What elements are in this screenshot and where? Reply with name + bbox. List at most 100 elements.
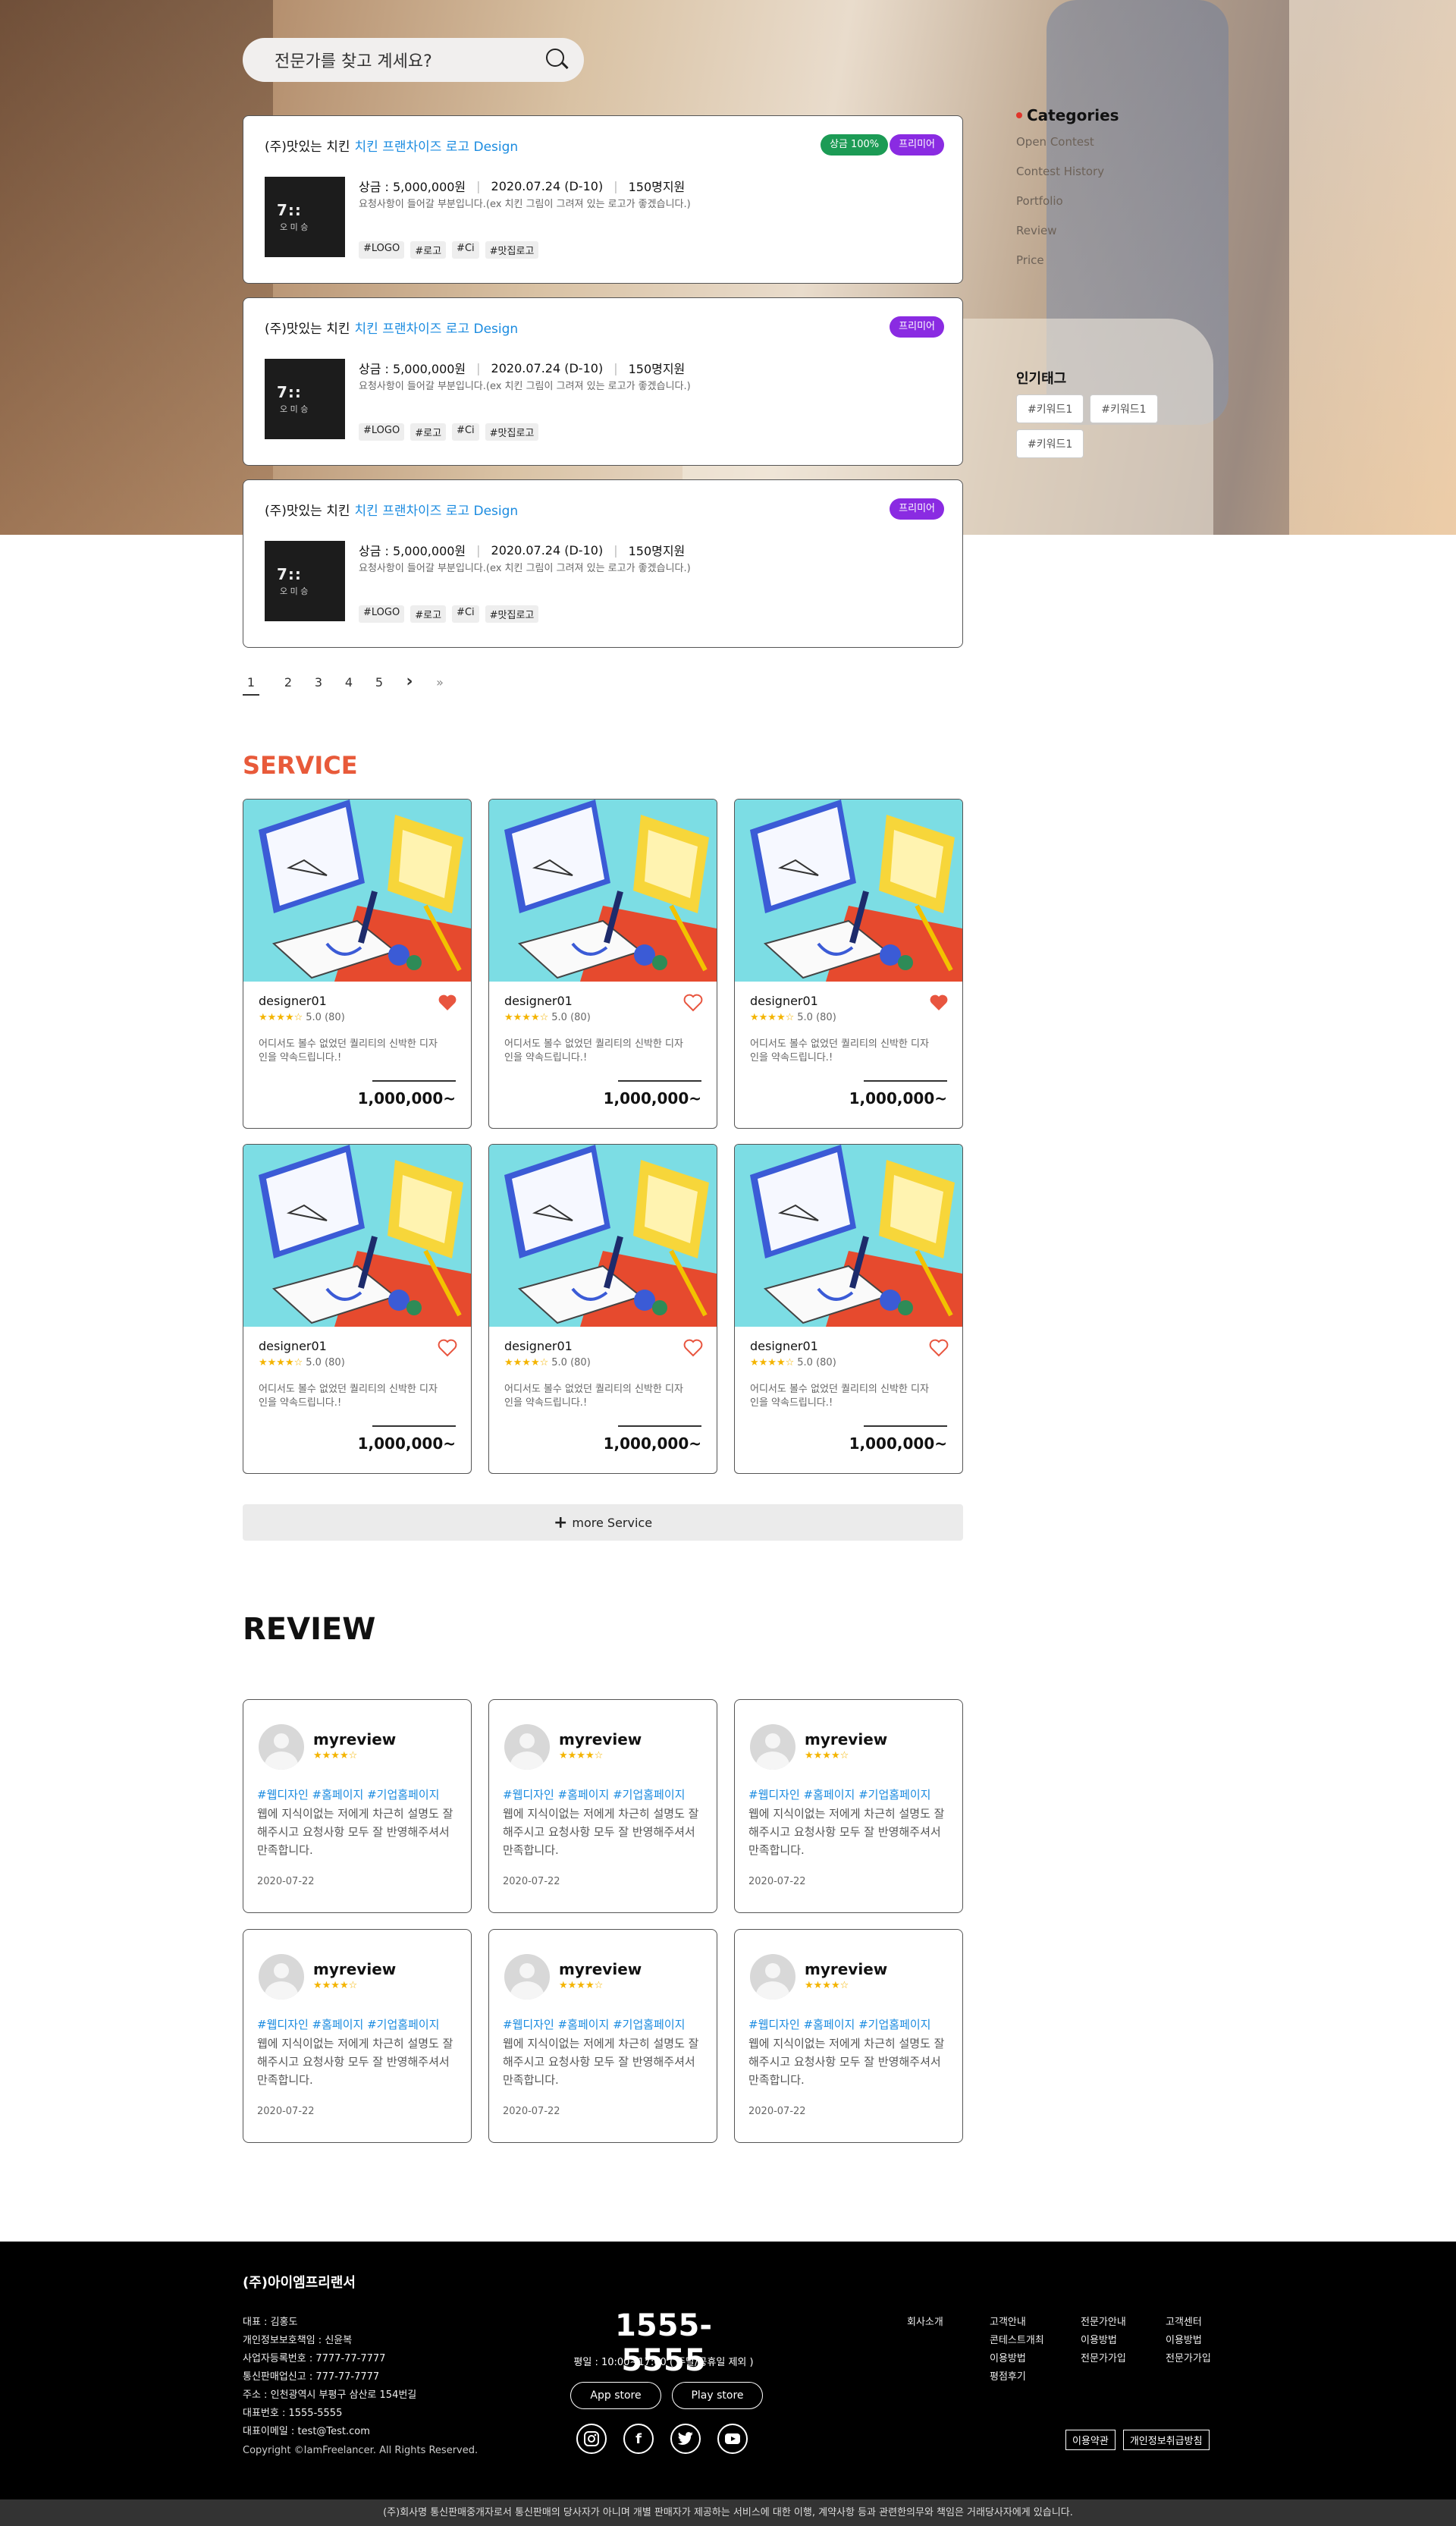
review-card[interactable]: myreview ★★★★☆ #웹디자인 #홈페이지 #기업홈페이지 웹에 지식이없는… — [243, 1699, 472, 1913]
contest-tag[interactable]: #LOGO — [359, 423, 405, 441]
review-date: 2020-07-22 — [257, 1876, 315, 1887]
review-body: 웹에 지식이없는 저에게 차근히 설명도 잘해주시고 요청사항 모두 잘 반영해… — [503, 1807, 699, 1857]
review-stars: ★★★★☆ — [805, 1750, 849, 1761]
service-card[interactable]: designer01 ★★★★☆ 5.0 (80) 어디서도 볼수 없었던 퀄리티의 … — [243, 799, 472, 1129]
page-3[interactable]: 3 — [303, 675, 334, 696]
service-title: SERVICE — [243, 751, 358, 780]
pagination: 1 2 3 4 5 › » — [243, 674, 455, 696]
contest-tag[interactable]: #로고 — [410, 241, 447, 259]
keyword-tag[interactable]: #키워드1 — [1016, 394, 1084, 423]
designer-name: designer01 — [259, 1339, 327, 1353]
next-page-icon[interactable]: › — [394, 674, 425, 696]
footer-link[interactable]: 전문가가입 — [1166, 2350, 1211, 2368]
contest-badges: 상금 100% 프리미어 — [820, 134, 944, 156]
instagram-icon[interactable] — [576, 2424, 607, 2454]
service-card[interactable]: designer01 ★★★★☆ 5.0 (80) 어디서도 볼수 없었던 퀄리티의 … — [488, 799, 717, 1129]
youtube-icon[interactable] — [717, 2424, 748, 2454]
rating-value: 5.0 (80) — [306, 1357, 345, 1368]
review-card[interactable]: myreview ★★★★☆ #웹디자인 #홈페이지 #기업홈페이지 웹에 지식이없는… — [734, 1929, 963, 2143]
star-rating: ★★★★☆ 5.0 (80) — [504, 1357, 591, 1368]
footer-link[interactable]: 회사소개 — [907, 2314, 943, 2332]
footer-link[interactable]: 전문가안내 — [1081, 2314, 1126, 2332]
footer-link[interactable]: 이용방법 — [1081, 2332, 1126, 2350]
contest-tag[interactable]: #LOGO — [359, 241, 405, 259]
service-card[interactable]: designer01 ★★★★☆ 5.0 (80) 어디서도 볼수 없었던 퀄리티의 … — [734, 1144, 963, 1474]
contest-card[interactable]: (주)맛있는 치킨 치킨 프랜차이즈 로고 Design 프리미어 7:: 오 미 승 상… — [243, 297, 963, 466]
reviewer-name: myreview — [313, 1960, 397, 1978]
heart-filled-icon[interactable] — [929, 994, 949, 1012]
review-date: 2020-07-22 — [257, 2106, 315, 2117]
service-image[interactable] — [735, 800, 962, 982]
contest-tag[interactable]: #Ci — [452, 423, 479, 441]
contest-card[interactable]: (주)맛있는 치킨 치킨 프랜차이즈 로고 Design 상금 100% 프리미어 7:… — [243, 115, 963, 284]
footer-link[interactable]: 고객안내 — [990, 2314, 1044, 2332]
search-bar[interactable]: 전문가를 찾고 계세요? — [243, 38, 584, 82]
review-card[interactable]: myreview ★★★★☆ #웹디자인 #홈페이지 #기업홈페이지 웹에 지식이없는… — [734, 1699, 963, 1913]
terms-link[interactable]: 이용약관 — [1065, 2430, 1116, 2450]
price-divider — [372, 1080, 456, 1082]
sidebar-item-price[interactable]: Price — [1016, 253, 1119, 267]
contest-tags: #LOGO #로고 #Ci #맛집로고 — [359, 241, 539, 259]
service-card[interactable]: designer01 ★★★★☆ 5.0 (80) 어디서도 볼수 없었던 퀄리티의 … — [488, 1144, 717, 1474]
service-card[interactable]: designer01 ★★★★☆ 5.0 (80) 어디서도 볼수 없었던 퀄리티의 … — [734, 799, 963, 1129]
heart-outline-icon[interactable] — [438, 1339, 457, 1357]
contest-tag[interactable]: #Ci — [452, 605, 479, 623]
footer-link[interactable]: 전문가가입 — [1081, 2350, 1126, 2368]
meta-divider: | — [613, 542, 618, 558]
footer-link[interactable]: 평점후기 — [990, 2368, 1044, 2386]
price-divider — [372, 1425, 456, 1427]
service-description: 어디서도 볼수 없었던 퀄리티의 신박한 디자인을 약속드립니다.! — [259, 1038, 438, 1063]
meta-divider: | — [613, 360, 618, 375]
twitter-icon[interactable] — [670, 2424, 701, 2454]
sidebar-item-open-contest[interactable]: Open Contest — [1016, 135, 1119, 149]
contest-tag[interactable]: #맛집로고 — [485, 423, 539, 441]
heart-filled-icon[interactable] — [438, 994, 457, 1012]
service-card[interactable]: designer01 ★★★★☆ 5.0 (80) 어디서도 볼수 없었던 퀄리티의 … — [243, 1144, 472, 1474]
keyword-tag[interactable]: #키워드1 — [1016, 429, 1084, 458]
search-placeholder[interactable]: 전문가를 찾고 계세요? — [275, 48, 544, 72]
service-image[interactable] — [489, 800, 717, 982]
contest-tag[interactable]: #맛집로고 — [485, 241, 539, 259]
page-5[interactable]: 5 — [364, 675, 394, 696]
contest-tag[interactable]: #Ci — [452, 241, 479, 259]
privacy-link[interactable]: 개인정보취급방침 — [1122, 2430, 1210, 2450]
review-card[interactable]: myreview ★★★★☆ #웹디자인 #홈페이지 #기업홈페이지 웹에 지식이없는… — [488, 1929, 717, 2143]
contest-title[interactable]: 치킨 프랜차이즈 로고 Design — [355, 322, 519, 337]
footer-link[interactable]: 콘테스트개최 — [990, 2332, 1044, 2350]
search-icon[interactable] — [544, 47, 570, 73]
heart-outline-icon[interactable] — [929, 1339, 949, 1357]
contest-tag[interactable]: #로고 — [410, 605, 447, 623]
sidebar-item-review[interactable]: Review — [1016, 224, 1119, 237]
page-2[interactable]: 2 — [273, 675, 303, 696]
facebook-icon[interactable]: f — [623, 2424, 654, 2454]
contest-tag[interactable]: #로고 — [410, 423, 447, 441]
contest-card[interactable]: (주)맛있는 치킨 치킨 프랜차이즈 로고 Design 프리미어 7:: 오 미 승 상… — [243, 479, 963, 648]
heart-outline-icon[interactable] — [683, 994, 703, 1012]
keyword-tag[interactable]: #키워드1 — [1090, 394, 1158, 423]
contest-title[interactable]: 치킨 프랜차이즈 로고 Design — [355, 504, 519, 519]
more-service-button[interactable]: + more Service — [243, 1504, 963, 1541]
contest-tag[interactable]: #맛집로고 — [485, 605, 539, 623]
service-image[interactable] — [735, 1145, 962, 1327]
footer-link[interactable]: 이용방법 — [990, 2350, 1044, 2368]
review-card[interactable]: myreview ★★★★☆ #웹디자인 #홈페이지 #기업홈페이지 웹에 지식이없는… — [488, 1699, 717, 1913]
footer-link[interactable]: 이용방법 — [1166, 2332, 1211, 2350]
page-4[interactable]: 4 — [334, 675, 364, 696]
last-page-icon[interactable]: » — [425, 675, 455, 696]
app-store-button[interactable]: App store — [570, 2382, 661, 2409]
review-card[interactable]: myreview ★★★★☆ #웹디자인 #홈페이지 #기업홈페이지 웹에 지식이없는… — [243, 1929, 472, 2143]
sidebar-item-contest-history[interactable]: Contest History — [1016, 165, 1119, 178]
designer-name: designer01 — [750, 994, 818, 1008]
service-description: 어디서도 볼수 없었던 퀄리티의 신박한 디자인을 약속드립니다.! — [259, 1384, 438, 1409]
service-image[interactable] — [243, 1145, 471, 1327]
page-1[interactable]: 1 — [243, 675, 259, 696]
contest-tag[interactable]: #LOGO — [359, 605, 405, 623]
service-image[interactable] — [243, 800, 471, 982]
heart-outline-icon[interactable] — [683, 1339, 703, 1357]
sidebar-item-portfolio[interactable]: Portfolio — [1016, 194, 1119, 208]
service-image[interactable] — [489, 1145, 717, 1327]
review-hashtags: #웹디자인 #홈페이지 #기업홈페이지 — [503, 1788, 686, 1802]
footer-link[interactable]: 고객센터 — [1166, 2314, 1211, 2332]
play-store-button[interactable]: Play store — [672, 2382, 763, 2409]
contest-title[interactable]: 치킨 프랜차이즈 로고 Design — [355, 140, 519, 155]
